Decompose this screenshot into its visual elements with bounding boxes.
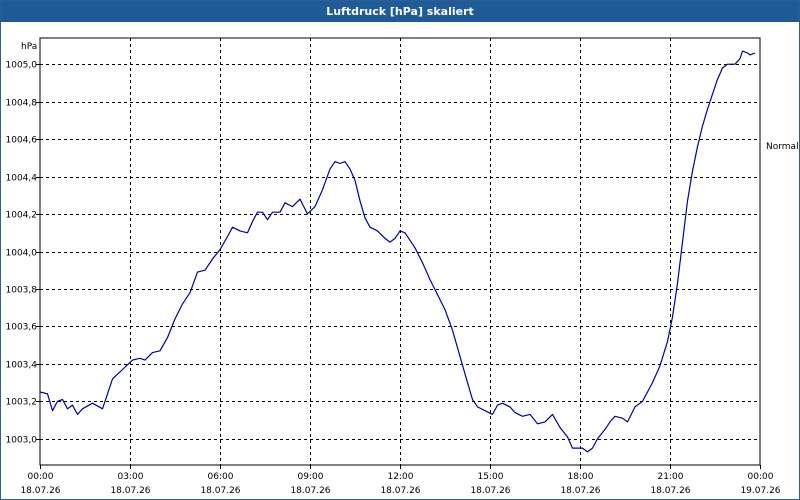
x-tick-date-label: 18.07.26 (650, 486, 690, 496)
reference-line-label: Normal (766, 142, 799, 152)
x-tick-date-label: 18.07.26 (110, 486, 150, 496)
x-tick-date-label: 18.07.26 (470, 486, 510, 496)
x-tick-time-label: 06:00 (208, 472, 234, 482)
y-tick-label: 1003,8 (6, 286, 38, 296)
y-tick-label: 1004,6 (6, 136, 38, 146)
x-tick-date-label: 18.07.26 (560, 486, 600, 496)
x-tick-time-label: 15:00 (478, 472, 504, 482)
y-tick-label: 1004,8 (6, 99, 38, 109)
x-axis: 00:00 18.07.26 03:00 18.07.26 06:00 18.07.26 0… (20, 465, 781, 496)
x-tick-time-label: 21:00 (658, 472, 684, 482)
x-tick-time-label: 00:00 (28, 472, 54, 482)
x-tick-time-label: 18:00 (568, 472, 594, 482)
y-tick-label: 1004,4 (6, 174, 38, 184)
y-tick-label: 1003,6 (6, 323, 38, 333)
y-axis: 1003,0 1003,2 1003,4 1003,6 1003,8 1004,0 1004… (6, 61, 40, 446)
y-tick-label: 1004,0 (6, 249, 38, 259)
y-tick-label: 1005,0 (6, 61, 38, 71)
y-tick-label: 1004,2 (6, 211, 38, 221)
x-tick-date-label: 18.07.26 (200, 486, 240, 496)
x-tick-date-label: 18.07.26 (290, 486, 330, 496)
x-tick-time-label: 03:00 (118, 472, 144, 482)
x-tick-time-label: 09:00 (298, 472, 324, 482)
chart-window: Luftdruck [hPa] skaliert 1003,0 1003,2 100… (0, 0, 800, 500)
x-tick-date-label: 18.07.26 (20, 486, 60, 496)
y-axis-unit: hPa (21, 42, 37, 52)
y-tick-label: 1003,2 (6, 398, 38, 408)
x-tick-date-label: 19.07.26 (740, 486, 780, 496)
y-tick-label: 1003,0 (6, 436, 38, 446)
y-tick-label: 1003,4 (6, 361, 38, 371)
x-tick-time-label: 12:00 (388, 472, 414, 482)
x-tick-time-label: 00:00 (748, 472, 774, 482)
line-chart: 1003,0 1003,2 1003,4 1003,6 1003,8 1004,0 1004… (6, 37, 799, 496)
x-tick-date-label: 18.07.26 (380, 486, 420, 496)
